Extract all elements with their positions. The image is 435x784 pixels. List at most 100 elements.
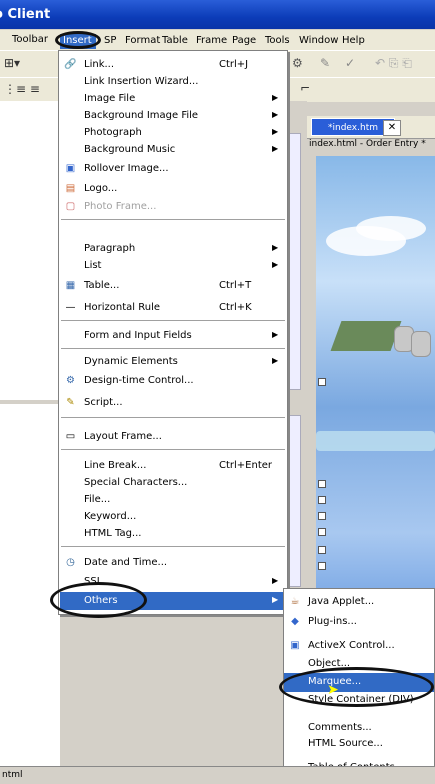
menu-item-rollover-image[interactable]: ▣ Rollover Image... (59, 161, 287, 178)
toolbar-icon[interactable]: ↶ ⎘ ⎗ (375, 56, 412, 71)
scrollbar[interactable] (287, 415, 301, 587)
menu-item-script[interactable]: ✎ Script... (59, 395, 287, 412)
insert-dropdown-menu: 🔗 Link... Ctrl+J Link Insertion Wizard... … (58, 50, 288, 615)
submenu-arrow-icon: ▶ (272, 595, 279, 604)
photo-frame-icon: ▢ (65, 201, 76, 212)
menu-item-file[interactable]: File... (59, 492, 287, 509)
menu-item-date-time[interactable]: ◷ Date and Time... (59, 555, 287, 572)
submenu-arrow-icon: ▶ (272, 93, 279, 102)
toolbar-icon[interactable]: ⌐ (300, 81, 310, 95)
coin-image (411, 331, 431, 357)
menu-item-keyword[interactable]: Keyword... (59, 509, 287, 526)
menu-item-design-time-control[interactable]: ⚙ Design-time Control... (59, 373, 287, 390)
menu-separator (61, 449, 285, 450)
menu-item-table[interactable]: ▦ Table... Ctrl+T (59, 278, 287, 295)
submenu-item-activex[interactable]: ▣ ActiveX Control... (284, 637, 434, 656)
menu-item-paragraph[interactable]: Paragraph ▶ (59, 241, 287, 258)
menu-item-background-music[interactable]: Background Music ▶ (59, 142, 287, 159)
form-checkbox[interactable] (318, 528, 326, 536)
menu-tools[interactable]: Tools (265, 35, 290, 46)
horizontal-rule-icon: — (65, 302, 76, 313)
menu-item-logo[interactable]: ▤ Logo... (59, 181, 287, 198)
mouse-cursor-icon: ➤ (327, 682, 339, 698)
menu-item-link-wizard[interactable]: Link Insertion Wizard... (59, 74, 287, 91)
menu-page[interactable]: Page (232, 35, 256, 46)
table-icon: ▦ (65, 280, 76, 291)
submenu-arrow-icon: ▶ (272, 260, 279, 269)
title-bar: o Client (0, 0, 435, 29)
form-checkbox[interactable] (318, 496, 326, 504)
document-path: index.html - Order Entry * (309, 139, 426, 149)
submenu-arrow-icon: ▶ (272, 576, 279, 585)
toolbar-icon[interactable]: ⊞▾ (4, 56, 20, 70)
insert-annotation-circle (55, 31, 101, 49)
marquee-annotation-circle (279, 667, 434, 707)
align-icon[interactable]: ⋮≡ ≡ (4, 82, 40, 96)
form-checkbox[interactable] (318, 546, 326, 554)
left-pane (0, 101, 60, 784)
logo-icon: ▤ (65, 183, 76, 194)
menu-item-layout-frame[interactable]: ▭ Layout Frame... (59, 429, 287, 446)
script-icon: ✎ (66, 397, 75, 408)
close-icon[interactable]: ✕ (383, 120, 401, 136)
link-icon: 🔗 (64, 59, 77, 70)
form-checkbox[interactable] (318, 480, 326, 488)
scrollbar[interactable] (287, 133, 301, 390)
form-checkbox[interactable] (318, 512, 326, 520)
plugin-icon: ◆ (291, 616, 299, 627)
submenu-arrow-icon: ▶ (272, 144, 279, 153)
form-checkbox[interactable] (318, 378, 326, 386)
menu-item-horizontal-rule[interactable]: — Horizontal Rule Ctrl+K (59, 300, 287, 317)
status-bar: ntml (0, 766, 435, 784)
menu-item-list[interactable]: List ▶ (59, 258, 287, 275)
cloud-image (356, 216, 426, 241)
menu-sp[interactable]: SP (104, 35, 116, 46)
menu-item-form-fields[interactable]: Form and Input Fields ▶ (59, 328, 287, 345)
status-text: ntml (2, 770, 23, 780)
menu-help[interactable]: Help (342, 35, 365, 46)
submenu-arrow-icon: ▶ (272, 110, 279, 119)
money-image (330, 321, 402, 351)
submenu-item-java-applet[interactable]: ☕ Java Applet... (284, 593, 434, 612)
activex-icon: ▣ (290, 640, 300, 651)
menu-item-link[interactable]: 🔗 Link... Ctrl+J (59, 57, 287, 74)
menu-item-html-tag[interactable]: HTML Tag... (59, 526, 287, 543)
date-time-icon: ◷ (66, 557, 75, 568)
toolbar-icon[interactable]: ✎ (320, 56, 330, 70)
menu-separator (61, 348, 285, 349)
others-annotation-circle (50, 582, 147, 618)
menu-separator (61, 219, 285, 220)
app-window: o Client Toolbar Insert SP Format Table … (0, 0, 435, 784)
form-checkbox[interactable] (318, 562, 326, 570)
menu-table[interactable]: Table (162, 35, 188, 46)
menu-separator (61, 546, 285, 547)
rollover-image-icon: ▣ (65, 163, 76, 174)
menu-item-photo-frame: ▢ Photo Frame... (65, 201, 157, 212)
menu-window[interactable]: Window (299, 35, 338, 46)
menu-item-image-file[interactable]: Image File ▶ (59, 91, 287, 108)
tab-label: *index.htm (328, 123, 378, 133)
menu-item-photograph[interactable]: Photograph ▶ (59, 125, 287, 142)
layout-frame-icon: ▭ (65, 431, 76, 442)
menu-item-line-break[interactable]: Line Break... Ctrl+Enter (59, 458, 287, 475)
menu-separator (61, 417, 285, 418)
document-tab-strip: *index.htm ✕ (307, 116, 435, 139)
menu-format[interactable]: Format (125, 35, 160, 46)
design-time-control-icon: ⚙ (66, 375, 75, 386)
submenu-arrow-icon: ▶ (272, 127, 279, 136)
toolbar-icon[interactable]: ✓ (345, 56, 355, 70)
banner-image (316, 431, 435, 451)
menu-item-special-characters[interactable]: Special Characters... (59, 475, 287, 492)
menu-frame[interactable]: Frame (196, 35, 227, 46)
menu-toolbar[interactable]: Toolbar (12, 34, 48, 45)
submenu-arrow-icon: ▶ (272, 243, 279, 252)
menu-separator (61, 320, 285, 321)
submenu-arrow-icon: ▶ (272, 330, 279, 339)
window-title: o Client (0, 7, 51, 22)
menu-item-background-image[interactable]: Background Image File ▶ (59, 108, 287, 125)
java-applet-icon: ☕ (290, 596, 300, 607)
menu-item-dynamic-elements[interactable]: Dynamic Elements ▶ (59, 354, 287, 371)
toolbar-icon[interactable]: ⚙ (292, 56, 303, 70)
submenu-item-html-source[interactable]: HTML Source... (284, 735, 434, 754)
submenu-item-plugins[interactable]: ◆ Plug-ins... (284, 613, 434, 632)
